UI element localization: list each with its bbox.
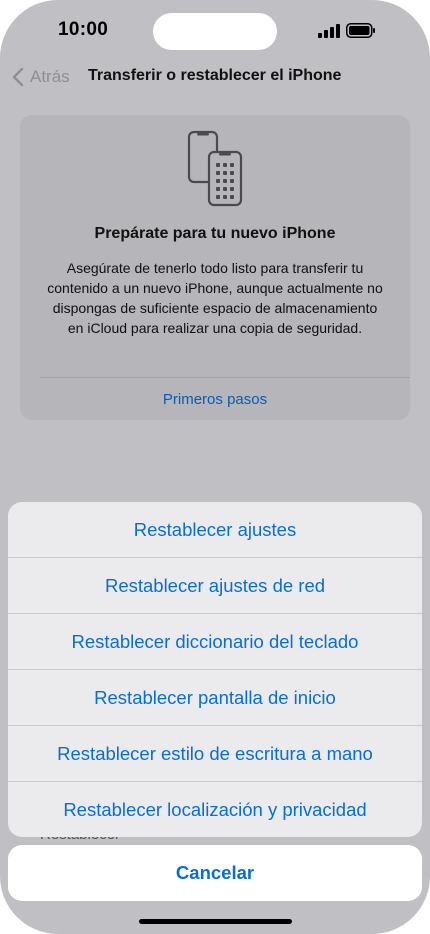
reset-location-privacy-button[interactable]: Restablecer localización y privacidad — [8, 782, 422, 837]
card-title: Prepárate para tu nuevo iPhone — [94, 225, 336, 242]
transfer-phones-icon — [187, 130, 243, 207]
reset-handwriting-style-button[interactable]: Restablecer estilo de escritura a mano — [8, 726, 422, 781]
cancel-button[interactable]: Cancelar — [8, 845, 422, 901]
battery-icon — [346, 23, 375, 38]
get-started-link[interactable]: Primeros pasos — [20, 391, 410, 408]
card-description: Asegúrate de tenerlo todo listo para tra… — [47, 260, 383, 336]
reset-keyboard-dictionary-button[interactable]: Restablecer diccionario del teclado — [8, 614, 422, 669]
status-bar: 10:00 — [0, 0, 430, 60]
card-divider — [40, 377, 410, 378]
reset-home-screen-button[interactable]: Restablecer pantalla de inicio — [8, 670, 422, 725]
home-indicator[interactable] — [139, 919, 292, 924]
phone-screen: 10:00 Atrás Transferir o restablecer el … — [0, 0, 430, 934]
reset-settings-button[interactable]: Restablecer ajustes — [8, 502, 422, 557]
chevron-left-icon — [12, 67, 24, 87]
reset-network-settings-button[interactable]: Restablecer ajustes de red — [8, 558, 422, 613]
new-iphone-card: Prepárate para tu nuevo iPhone Asegúrate… — [20, 115, 410, 420]
back-button[interactable]: Atrás — [12, 62, 70, 92]
status-time: 10:00 — [58, 19, 109, 40]
dynamic-island — [153, 13, 277, 50]
page-title: Transferir o restablecer el iPhone — [88, 67, 342, 84]
back-label: Atrás — [30, 67, 70, 86]
signal-icon — [318, 24, 342, 38]
navigation-bar: Atrás Transferir o restablecer el iPhone — [0, 62, 430, 92]
action-sheet: Restablecer ajustes Restablecer ajustes … — [8, 502, 422, 837]
